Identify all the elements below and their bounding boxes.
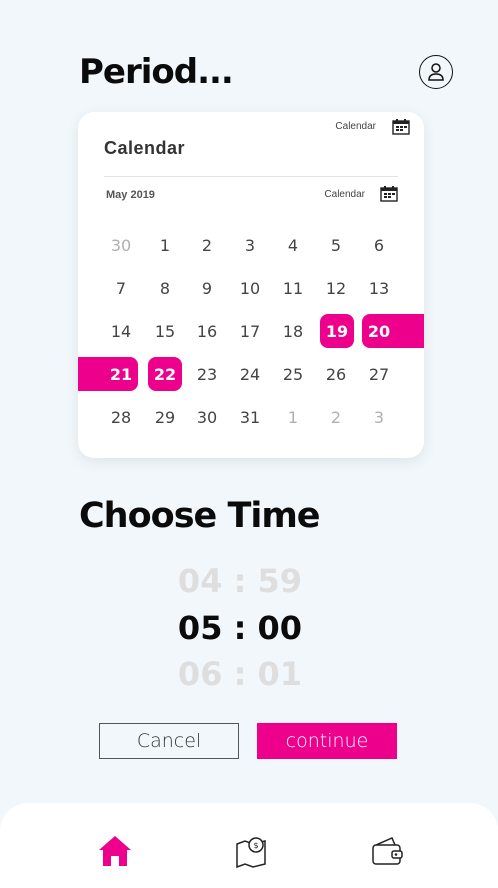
nav-map[interactable]: $ — [231, 831, 271, 871]
day-cell[interactable]: 2 — [190, 228, 224, 262]
bottom-nav: $ — [0, 803, 498, 888]
calendar-icon[interactable] — [392, 119, 410, 135]
svg-text:$: $ — [253, 841, 258, 850]
nav-wallet[interactable] — [367, 831, 407, 871]
day-cell[interactable]: 27 — [362, 357, 396, 391]
week-row: 30 1 2 3 4 5 6 — [78, 222, 424, 265]
nav-home[interactable] — [95, 831, 135, 871]
week-row: 14 15 16 17 18 19 20 — [78, 308, 424, 351]
continue-button[interactable]: continue — [257, 723, 397, 759]
calendar-card: Calendar Calendar May 2019 Calendar 30 1… — [78, 112, 424, 458]
day-cell[interactable]: 23 — [190, 357, 224, 391]
calendar-icon[interactable] — [380, 186, 398, 202]
day-cell[interactable]: 28 — [104, 400, 138, 434]
profile-button[interactable] — [419, 55, 453, 89]
day-cell[interactable]: 4 — [276, 228, 310, 262]
section-title: Choose Time — [79, 496, 321, 536]
week-row: 28 29 30 31 1 2 3 — [78, 394, 424, 437]
month-calendar-link[interactable]: Calendar — [324, 189, 365, 200]
day-cell[interactable]: 18 — [276, 314, 310, 348]
month-label: May 2019 — [106, 189, 155, 201]
week-row: 7 8 9 10 11 12 13 — [78, 265, 424, 308]
day-cell[interactable]: 25 — [276, 357, 310, 391]
cancel-button[interactable]: Cancel — [99, 723, 239, 759]
day-cell[interactable]: 26 — [319, 357, 353, 391]
time-option-next[interactable]: 06 : 01 — [140, 655, 340, 693]
day-cell[interactable]: 14 — [104, 314, 138, 348]
day-cell[interactable]: 16 — [190, 314, 224, 348]
wallet-icon — [372, 837, 403, 865]
day-cell[interactable]: 10 — [233, 271, 267, 305]
page-title: Period... — [79, 52, 234, 92]
day-cell[interactable]: 7 — [104, 271, 138, 305]
week-row: 21 22 23 24 25 26 27 — [78, 351, 424, 394]
day-cell[interactable]: 9 — [190, 271, 224, 305]
day-cell[interactable]: 6 — [362, 228, 396, 262]
day-cell[interactable]: 12 — [319, 271, 353, 305]
day-cell-selected[interactable]: 20 — [362, 314, 396, 348]
card-title: Calendar — [104, 138, 186, 158]
day-cell[interactable]: 17 — [233, 314, 267, 348]
day-cell[interactable]: 13 — [362, 271, 396, 305]
map-icon: $ — [236, 837, 266, 868]
day-cell[interactable]: 15 — [148, 314, 182, 348]
day-cell[interactable]: 8 — [148, 271, 182, 305]
day-cell[interactable]: 3 — [362, 400, 396, 434]
day-cell[interactable]: 1 — [276, 400, 310, 434]
day-cell[interactable]: 2 — [319, 400, 353, 434]
divider — [104, 176, 398, 177]
day-cell-selected[interactable]: 19 — [320, 314, 354, 348]
day-cell[interactable]: 3 — [233, 228, 267, 262]
calendar-grid: 30 1 2 3 4 5 6 7 8 9 10 11 12 13 14 15 1… — [78, 222, 424, 437]
user-icon — [428, 63, 444, 81]
time-option-prev[interactable]: 04 : 59 — [140, 562, 340, 600]
day-cell[interactable]: 31 — [233, 400, 267, 434]
day-cell[interactable]: 30 — [104, 228, 138, 262]
day-cell[interactable]: 30 — [190, 400, 224, 434]
day-cell[interactable]: 11 — [276, 271, 310, 305]
day-cell[interactable]: 29 — [148, 400, 182, 434]
day-cell[interactable]: 24 — [233, 357, 267, 391]
calendar-link[interactable]: Calendar — [335, 121, 376, 132]
home-icon — [99, 836, 131, 866]
day-cell-selected[interactable]: 21 — [104, 357, 138, 391]
day-cell-selected[interactable]: 22 — [148, 357, 182, 391]
time-option-selected[interactable]: 05 : 00 — [140, 609, 340, 647]
day-cell[interactable]: 1 — [148, 228, 182, 262]
day-cell[interactable]: 5 — [319, 228, 353, 262]
